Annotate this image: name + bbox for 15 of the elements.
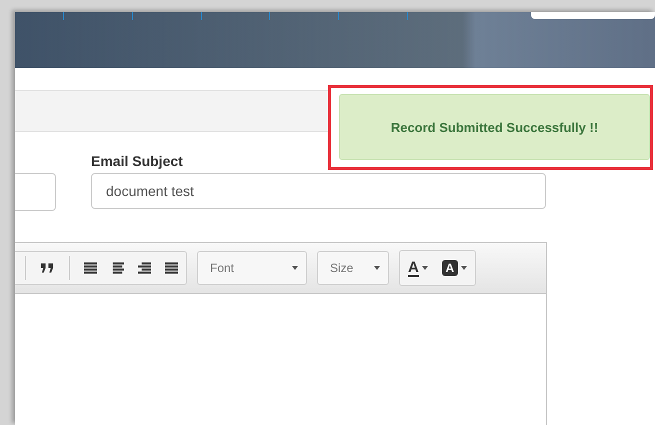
font-dropdown[interactable]: Font [197, 251, 307, 285]
blockquote-icon[interactable] [40, 262, 55, 274]
search-field[interactable] [531, 12, 655, 19]
align-icon[interactable] [110, 261, 124, 275]
caret-icon [374, 266, 380, 270]
align-icon[interactable] [84, 261, 97, 275]
size-dropdown[interactable]: Size [317, 251, 389, 285]
text-color-button[interactable]: A [408, 260, 428, 276]
caret-icon [292, 266, 298, 270]
align-icon[interactable] [164, 261, 178, 275]
input-field[interactable] [15, 173, 56, 211]
field-label: Email Subject [91, 153, 184, 171]
success-toast: Record Submitted Successfully !! [339, 94, 650, 160]
subject-field[interactable]: document test [91, 173, 546, 209]
align-icon[interactable] [138, 261, 151, 275]
